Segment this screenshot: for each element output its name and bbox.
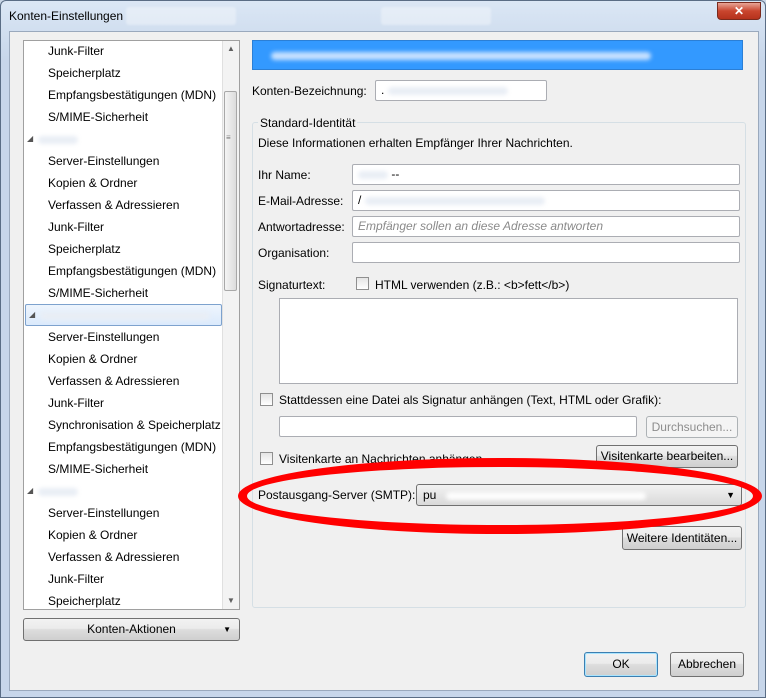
vcard-checkbox[interactable] (260, 452, 273, 465)
tree-item-label: Verfassen & Adressieren (48, 374, 180, 388)
tree-item-label: Kopien & Ordner (48, 352, 138, 366)
email-value: / (358, 193, 362, 207)
tree-item-label: Verfassen & Adressieren (48, 550, 180, 564)
cancel-label: Abbrechen (677, 657, 737, 671)
identity-description: Diese Informationen erhalten Empfänger I… (258, 136, 573, 150)
organization-input[interactable] (352, 242, 740, 263)
reply-to-input[interactable]: Empfänger sollen an diese Adresse antwor… (352, 216, 740, 237)
scroll-thumb[interactable] (224, 91, 237, 291)
scroll-up-icon[interactable]: ▲ (223, 41, 239, 57)
html-signature-label: HTML verwenden (z.B.: <b>fett</b>) (375, 278, 570, 292)
tree-item-label: Junk-Filter (48, 572, 105, 586)
account-name-value: . (381, 83, 385, 97)
reply-to-label: Antwortadresse: (258, 220, 345, 234)
redacted-text (38, 487, 78, 496)
dropdown-arrow-icon: ▼ (223, 625, 231, 634)
tree-item-label: Synchronisation & Speicherplatz (48, 418, 221, 432)
edit-vcard-button[interactable]: Visitenkarte bearbeiten... (596, 445, 738, 468)
redacted-text (38, 135, 78, 144)
tree-account-label (38, 129, 78, 149)
identity-group-title: Standard-Identität (258, 116, 358, 130)
background-ghost (381, 7, 491, 25)
tree-account-selected[interactable]: ◢ (25, 304, 222, 326)
organization-label: Organisation: (258, 246, 330, 260)
tree-item-label: Server-Einstellungen (48, 154, 160, 168)
tree-item-label: Verfassen & Adressieren (48, 198, 180, 212)
cancel-button[interactable]: Abbrechen (670, 652, 744, 677)
background-ghost (126, 7, 236, 25)
browse-button[interactable]: Durchsuchen... (646, 416, 738, 438)
more-identities-label: Weitere Identitäten... (626, 531, 738, 545)
redacted-text (364, 196, 545, 205)
redacted-text (40, 311, 210, 320)
smtp-label: Postausgang-Server (SMTP): (258, 488, 416, 502)
name-input[interactable]: -- (352, 164, 740, 185)
dropdown-arrow-icon: ▼ (726, 490, 735, 500)
tree-item-label: Empfangsbestätigungen (MDN) (48, 440, 217, 454)
close-button[interactable]: ✕ (717, 2, 761, 20)
account-header-banner (252, 40, 743, 70)
html-signature-checkbox[interactable] (356, 277, 369, 290)
tree-item-label: Server-Einstellungen (48, 506, 160, 520)
expand-triangle-icon[interactable]: ◢ (29, 305, 35, 325)
tree-item-label: Junk-Filter (48, 220, 105, 234)
redacted-text (271, 52, 651, 60)
file-signature-checkbox[interactable] (260, 393, 273, 406)
tree-item-label: Junk-Filter (48, 44, 105, 58)
tree-item-label: Kopien & Ordner (48, 176, 138, 190)
tree-item-label: Server-Einstellungen (48, 330, 160, 344)
account-name-input[interactable]: . (375, 80, 547, 101)
browse-label: Durchsuchen... (651, 420, 733, 434)
email-input[interactable]: / (352, 190, 740, 211)
tree-item-label: S/MIME-Sicherheit (48, 286, 149, 300)
account-actions-label: Konten-Aktionen (87, 622, 176, 636)
reply-to-placeholder: Empfänger sollen an diese Adresse antwor… (358, 219, 604, 233)
edit-vcard-label: Visitenkarte bearbeiten... (600, 449, 734, 463)
scroll-down-icon[interactable]: ▼ (223, 593, 239, 609)
expand-triangle-icon[interactable]: ◢ (27, 481, 33, 501)
signature-file-input[interactable] (279, 416, 637, 437)
dialog-client: Junk-Filter Speicherplatz Empfangsbestätig… (9, 31, 762, 691)
tree-item-label: Empfangsbestätigungen (MDN) (48, 88, 217, 102)
tree-scrollbar[interactable]: ▲ ≡ ▼ (222, 41, 239, 609)
tree-item-label: S/MIME-Sicherheit (48, 110, 149, 124)
signature-textarea[interactable] (279, 298, 738, 384)
account-actions-button[interactable]: Konten-Aktionen ▼ (23, 618, 240, 641)
tree-item-label: Junk-Filter (48, 396, 105, 410)
tree-item-label: Speicherplatz (48, 594, 121, 608)
tree-item-label: S/MIME-Sicherheit (48, 462, 149, 476)
redacted-text (445, 491, 646, 500)
name-value: -- (391, 167, 400, 181)
redacted-text (387, 86, 508, 95)
smtp-select[interactable]: pu ▼ (416, 484, 742, 506)
account-name-label: Konten-Bezeichnung: (252, 84, 367, 98)
name-label: Ihr Name: (258, 168, 311, 182)
tree-account-label (40, 305, 210, 325)
email-label: E-Mail-Adresse: (258, 194, 344, 208)
signature-label: Signaturtext: (258, 278, 326, 292)
account-tree[interactable]: Junk-Filter Speicherplatz Empfangsbestätig… (23, 40, 240, 610)
grip-icon: ≡ (226, 133, 231, 142)
tree-item-label: Kopien & Ordner (48, 528, 138, 542)
tree-account-label (38, 481, 78, 501)
ok-label: OK (612, 657, 630, 671)
settings-window: Konten-Einstellungen ✕ Junk-Filter Speich… (0, 0, 766, 698)
smtp-value: pu (423, 488, 437, 502)
vcard-label: Visitenkarte an Nachrichten anhängen (279, 452, 483, 466)
tree-item-label: Speicherplatz (48, 242, 121, 256)
tree-item-label: Empfangsbestätigungen (MDN) (48, 264, 217, 278)
ok-button[interactable]: OK (584, 652, 658, 677)
redacted-text (358, 170, 388, 179)
title-bar: Konten-Einstellungen ✕ (1, 1, 766, 31)
close-icon: ✕ (733, 4, 745, 18)
tree-item-label: Speicherplatz (48, 66, 121, 80)
window-title: Konten-Einstellungen (9, 9, 124, 23)
expand-triangle-icon[interactable]: ◢ (27, 129, 33, 149)
file-signature-label: Stattdessen eine Datei als Signatur anhä… (279, 393, 662, 407)
more-identities-button[interactable]: Weitere Identitäten... (622, 526, 742, 550)
